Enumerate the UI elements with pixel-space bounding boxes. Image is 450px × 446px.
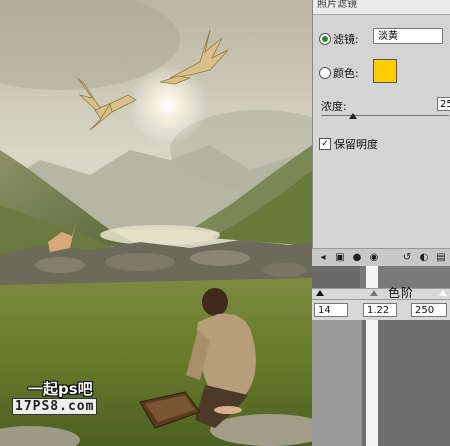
filter-select[interactable]: 淡黄	[373, 28, 443, 44]
watermark-line1: 一起ps吧	[28, 380, 93, 398]
levels-white-handle[interactable]	[439, 290, 447, 296]
trash-icon[interactable]: ▤	[435, 252, 447, 264]
levels-black-handle[interactable]	[316, 290, 324, 296]
levels-title: 色阶	[388, 286, 415, 300]
refresh-icon[interactable]: ↺	[401, 252, 413, 264]
color-swatch[interactable]	[373, 59, 397, 83]
levels-histogram-left	[312, 266, 360, 288]
density-input[interactable]: 25	[437, 97, 450, 111]
levels-gamma-input[interactable]: 1.22	[363, 303, 397, 317]
levels-output-area	[312, 320, 362, 446]
density-label: 浓度:	[321, 100, 347, 113]
levels-gamma-handle[interactable]	[370, 290, 378, 296]
adjustment-icon[interactable]: ▣	[334, 252, 346, 264]
photo-filter-panel: 照片滤镜 滤镜: 淡黄 颜色: 浓度: 25 ✓ 保留明度	[312, 0, 450, 264]
panel-title-bar[interactable]: 照片滤镜	[313, 0, 450, 15]
density-slider-thumb[interactable]	[349, 113, 357, 119]
image-canvas[interactable]: 一起ps吧 17PS8.com	[0, 0, 312, 446]
levels-white-value: 250	[415, 305, 435, 316]
levels-panel: 色阶 14 1.22 250	[312, 266, 450, 446]
filter-radio[interactable]	[319, 33, 331, 45]
filter-label: 滤镜:	[333, 33, 359, 46]
color-label: 颜色:	[333, 67, 359, 80]
levels-black-input[interactable]: 14	[314, 303, 348, 317]
filter-select-value: 淡黄	[378, 31, 398, 42]
levels-white-input[interactable]: 250	[411, 303, 447, 317]
color-radio-row[interactable]: 颜色:	[319, 65, 359, 81]
preserve-luminosity-checkbox[interactable]: ✓	[319, 138, 331, 150]
color-radio[interactable]	[319, 67, 331, 79]
watermark-logo: 一起ps吧 17PS8.com	[10, 378, 120, 422]
adjustments-toolbar: ◂ ▣ ● ◉ ↺ ◐ ▤	[312, 248, 450, 267]
filter-radio-row[interactable]: 滤镜:	[319, 31, 359, 47]
levels-input-row: 14 1.22 250	[312, 300, 450, 320]
density-row: 浓度:	[321, 98, 347, 114]
density-input-value: 25	[440, 99, 450, 110]
chevron-left-icon[interactable]: ◂	[317, 252, 329, 264]
levels-gamma-value: 1.22	[367, 305, 390, 316]
panel-title: 照片滤镜	[317, 0, 357, 10]
levels-slider-bar[interactable]	[312, 288, 450, 300]
density-slider-track[interactable]	[321, 115, 449, 116]
eye-icon[interactable]: ◉	[368, 252, 380, 264]
levels-black-value: 14	[318, 305, 331, 316]
layer-icon[interactable]: ●	[351, 252, 363, 264]
visibility-icon[interactable]: ◐	[418, 252, 430, 264]
preserve-luminosity-label: 保留明度	[334, 138, 378, 151]
preserve-luminosity-row[interactable]: ✓ 保留明度	[319, 136, 378, 152]
watermark-line2: 17PS8.com	[12, 398, 98, 415]
